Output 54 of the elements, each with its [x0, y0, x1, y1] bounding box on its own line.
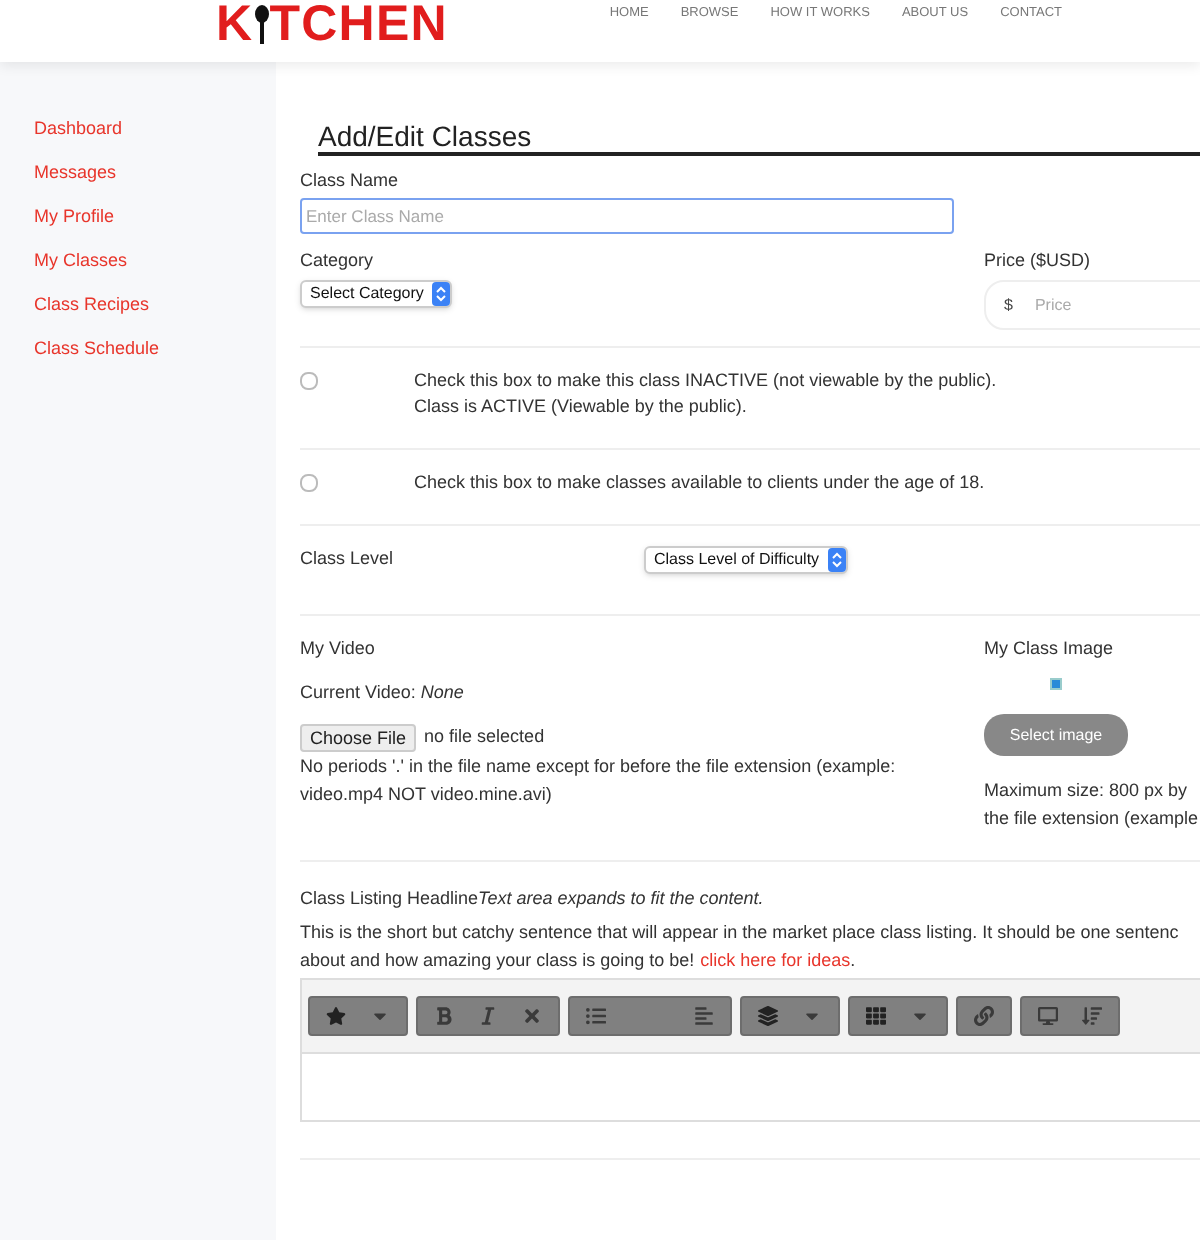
- logo-text: K: [216, 0, 254, 48]
- current-video-text: Current Video: None: [300, 680, 466, 704]
- broken-image-icon: [1050, 678, 1062, 690]
- clear-format-icon[interactable]: [522, 1006, 542, 1026]
- help-text: This is the short but catchy sentence that will appear in the market place class listing. It should be one sentenc: [300, 920, 1181, 946]
- page-title: Add/Edit Classes: [318, 120, 534, 152]
- help-text: about and how amazing your class is going to be!: [300, 948, 695, 974]
- level-select[interactable]: Class Level of Difficulty: [644, 546, 848, 574]
- sidebar-link[interactable]: Dashboard: [34, 116, 276, 142]
- video-note: No periods '.' in the file name except for before the file extension (example: video.mp4 NOT video.mine.avi): [300, 754, 898, 808]
- checkbox[interactable]: [300, 474, 318, 492]
- layers-icon[interactable]: [758, 1006, 778, 1026]
- category-select[interactable]: Select Category: [300, 280, 452, 308]
- italic-icon[interactable]: [478, 1006, 498, 1026]
- ideas-link[interactable]: click here for ideas: [700, 946, 851, 974]
- sidebar-link[interactable]: Messages: [34, 160, 276, 186]
- image-note: Maximum size: 800 px by: [984, 778, 1190, 804]
- select-image-button[interactable]: Select image: [984, 714, 1128, 756]
- class-name-input[interactable]: Enter Class Name: [300, 198, 954, 234]
- expand-icon[interactable]: [1082, 1006, 1102, 1026]
- hint-text: Text area expands to fit the content.: [478, 886, 764, 910]
- field-label: My Class Image: [984, 636, 1116, 660]
- sidebar-link[interactable]: Class Recipes: [34, 292, 276, 318]
- link-icon[interactable]: [974, 1006, 994, 1026]
- sidebar-link[interactable]: Class Schedule: [34, 336, 276, 362]
- stepper-icon: [431, 282, 450, 306]
- field-label: Price ($USD): [984, 248, 1093, 272]
- checkbox-text: Check this box to make this class INACTIVE (not viewable by the public).: [414, 368, 997, 394]
- checkbox-text: Check this box to make classes available to clients under the age of 18.: [414, 470, 985, 496]
- price-placeholder: Price: [1034, 293, 1072, 317]
- currency-symbol: $: [1002, 293, 1015, 317]
- choose-file-button[interactable]: Choose File: [300, 724, 417, 752]
- field-label: My Video: [300, 636, 377, 660]
- file-status: no file selected: [424, 724, 545, 751]
- sidebar-link[interactable]: My Classes: [34, 248, 276, 274]
- field-label: Class Listing Headline: [300, 886, 479, 910]
- field-label: Category: [300, 248, 376, 272]
- align-icon[interactable]: [694, 1006, 714, 1026]
- checkbox-text: Class is ACTIVE (Viewable by the public).: [414, 394, 749, 420]
- image-note: the file extension (example: [984, 806, 1199, 832]
- checkbox[interactable]: [300, 372, 318, 390]
- star-icon[interactable]: [326, 1006, 346, 1026]
- grid-icon[interactable]: [866, 1006, 886, 1026]
- monitor-icon[interactable]: [1038, 1006, 1058, 1026]
- sidebar-link[interactable]: My Profile: [34, 204, 276, 230]
- list-icon[interactable]: [586, 1006, 606, 1026]
- field-label: Class Level: [300, 546, 396, 573]
- spoon-icon: [253, 4, 270, 44]
- bold-icon[interactable]: [434, 1006, 454, 1026]
- logo-text: TCHEN: [269, 0, 448, 48]
- period-text: .: [850, 948, 856, 974]
- stepper-icon: [827, 548, 846, 572]
- field-label: Class Name: [300, 168, 401, 192]
- price-field[interactable]: $ Price: [984, 280, 1200, 330]
